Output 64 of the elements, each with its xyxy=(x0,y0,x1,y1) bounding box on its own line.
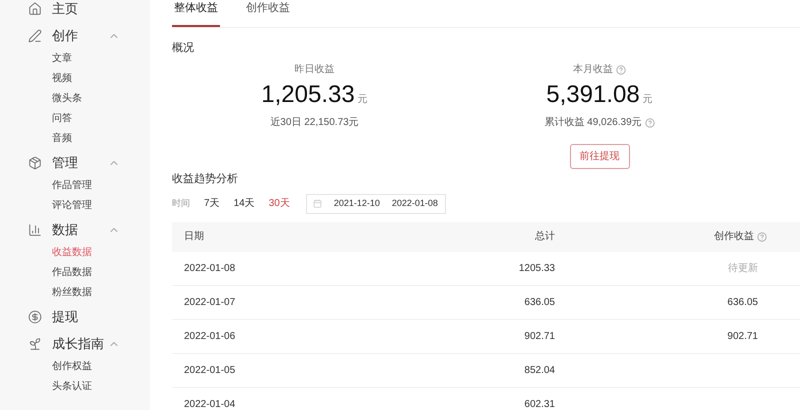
sidebar-item[interactable]: 粉丝数据 xyxy=(52,284,92,300)
sidebar-section[interactable]: 创作 xyxy=(52,26,78,46)
sidebar-section[interactable]: 数据 xyxy=(52,220,78,240)
stat-label: 本月收益 xyxy=(573,62,613,77)
table-cell-text: 待更新 xyxy=(728,262,758,276)
stat-sub: 累计收益 49,026.39元 xyxy=(544,116,642,130)
table-cell-text: 2022-01-07 xyxy=(183,296,236,310)
end-date: 2022-01-08 xyxy=(392,196,438,210)
sidebar-section[interactable]: 主页 xyxy=(52,0,78,19)
home-icon xyxy=(28,2,42,16)
calendar-icon xyxy=(312,199,322,208)
sidebar-item[interactable]: 作品数据 xyxy=(52,264,92,280)
section-title: 概况 xyxy=(172,40,194,56)
sidebar-item[interactable]: 收益数据 xyxy=(52,244,92,260)
table-cell-text: 2022-01-08 xyxy=(183,262,236,276)
range-option[interactable]: 7天 xyxy=(204,196,220,211)
sidebar-item[interactable]: 创作权益 xyxy=(52,358,92,374)
table-cell-text: 2022-01-05 xyxy=(183,364,236,378)
unit: 元 xyxy=(358,93,368,107)
table-cell-text: 2022-01-04 xyxy=(183,398,236,410)
stat-label: 昨日收益 xyxy=(294,63,334,77)
range-option[interactable]: 30天 xyxy=(268,196,290,211)
tab[interactable]: 整体收益 xyxy=(172,0,220,26)
range-label: 时间 xyxy=(172,196,190,210)
sidebar-item[interactable]: 文章 xyxy=(52,50,72,66)
column-header: 日期 xyxy=(183,230,205,244)
stat-value: 5,391.08 xyxy=(546,83,640,107)
table-cell-text: 1205.33 xyxy=(518,262,555,276)
sidebar-item[interactable]: 头条认证 xyxy=(52,378,92,394)
unit: 元 xyxy=(642,93,653,107)
bar-chart-icon xyxy=(28,223,42,237)
stat-sub: 近30日 22,150.73元 xyxy=(270,116,359,130)
table-cell-text: 2022-01-06 xyxy=(183,330,236,344)
date-range-field[interactable]: 2021-12-10 2022-01-08 xyxy=(306,194,446,214)
tab[interactable]: 创作收益 xyxy=(244,0,292,26)
start-date: 2021-12-10 xyxy=(334,196,380,210)
sidebar-item[interactable]: 问答 xyxy=(52,110,72,126)
sidebar-section[interactable]: 提现 xyxy=(52,307,78,327)
section-title: 收益趋势分析 xyxy=(172,172,238,187)
table-cell-text: 636.05 xyxy=(523,296,555,310)
column-header: 创作收益 xyxy=(714,230,754,244)
sprout-icon xyxy=(28,337,42,351)
withdraw-button[interactable]: 前往提现 xyxy=(570,144,630,169)
sidebar-item[interactable]: 微头条 xyxy=(52,90,82,106)
table-cell-text: 902.71 xyxy=(727,330,758,344)
sidebar-item[interactable]: 音频 xyxy=(52,130,72,146)
table-cell-text: 902.71 xyxy=(523,330,555,344)
column-header: 总计 xyxy=(534,230,555,244)
sidebar-item[interactable]: 视频 xyxy=(52,70,72,86)
coin-icon xyxy=(28,310,42,324)
pen-icon xyxy=(28,29,42,43)
help-icon[interactable] xyxy=(757,232,767,242)
sidebar-item[interactable]: 评论管理 xyxy=(52,198,92,212)
table-cell-text: 852.04 xyxy=(523,364,555,378)
box-icon xyxy=(28,156,42,170)
sidebar-section[interactable]: 成长指南 xyxy=(52,334,104,354)
range-option[interactable]: 14天 xyxy=(234,196,255,211)
table-cell-text: 636.05 xyxy=(727,296,758,310)
help-icon[interactable] xyxy=(644,118,655,128)
sidebar-section[interactable]: 管理 xyxy=(52,153,78,173)
help-icon[interactable] xyxy=(616,64,626,74)
stat-value: 1,205.33 xyxy=(261,83,355,107)
table-cell-text: 602.31 xyxy=(523,398,555,410)
sidebar-item[interactable]: 作品管理 xyxy=(52,178,92,192)
